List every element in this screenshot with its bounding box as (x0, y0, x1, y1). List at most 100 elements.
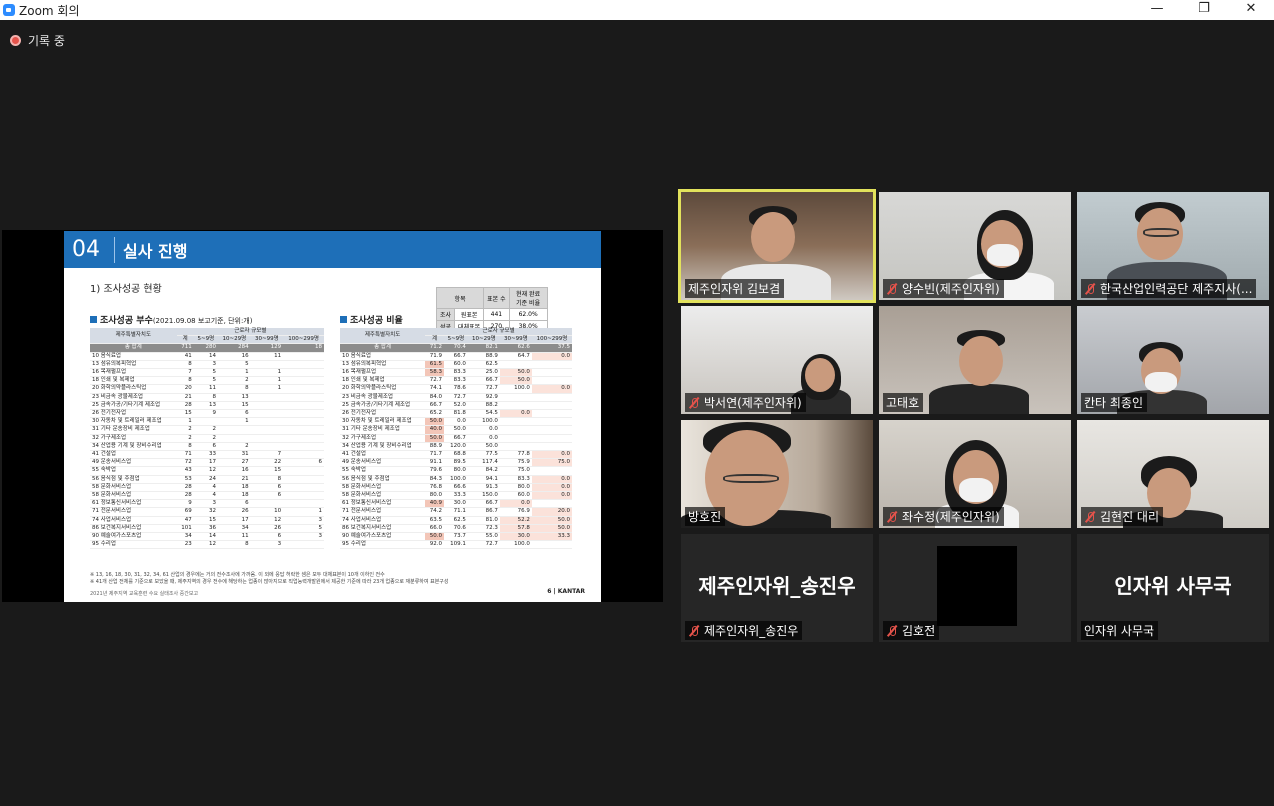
participant-tile[interactable]: 한국산업인력공단 제주지사(... (1077, 192, 1269, 300)
record-icon (10, 35, 21, 46)
table-row: 95 수리업 92.0 109.1 72.7 100.0 (340, 540, 572, 550)
recording-label: 기록 중 (28, 34, 65, 48)
participant-tile[interactable]: 제주인자위 김보겸 (678, 189, 876, 303)
table-row: 86 보건복지서비스업 101 36 34 26 5 (90, 524, 324, 534)
participant-tile[interactable]: 양수빈(제주인자위) (879, 192, 1071, 300)
table-row: 56 음식점 및 주점업 53 24 21 8 (90, 475, 324, 484)
participant-name-label: 인자위 사무국 (1081, 621, 1159, 640)
table-row: 25 금속가공/기타기계 제조업 28 13 15 (90, 401, 324, 411)
participant-name-label: 고태호 (883, 393, 924, 412)
table-row: 55 숙박업 79.6 80.0 84.2 75.0 (340, 466, 572, 476)
table-row: 58 문화서비스업 28 4 18 6 (90, 491, 324, 501)
recording-indicator[interactable]: 기록 중 (10, 32, 65, 49)
participant-tile[interactable]: 고태호 (879, 306, 1071, 414)
participant-name-label: 한국산업인력공단 제주지사(... (1081, 279, 1257, 298)
participant-tile[interactable]: 칸타 최종인 (1077, 306, 1269, 414)
participant-display-name: 인자위 사무국 (1114, 574, 1232, 598)
table-row: 23 비금속 광물제조업 84.0 72.7 92.9 (340, 393, 572, 402)
table-row: 90 예술여가스포츠업 34 14 11 6 3 (90, 532, 324, 542)
participant-tile[interactable]: 김현진 대리 (1077, 420, 1269, 528)
participant-tile[interactable]: 방호진 (681, 420, 873, 528)
muted-mic-icon (688, 625, 700, 637)
count-table: 제주특별자치도 근로자 규모별 계 5~9명 10~29명 30~99명 100~299명 총… (90, 328, 324, 550)
title-bar: Zoom 회의 — ❐ ✕ (0, 0, 1274, 20)
table-row: 41 건설업 71 33 31 7 (90, 450, 324, 460)
participant-tile[interactable]: 박서연(제주인자위) (681, 306, 873, 414)
table-row: 55 숙박업 43 12 16 15 (90, 466, 324, 476)
section-title: 실사 진행 (123, 241, 188, 261)
footnotes: ※ 13, 16, 18, 30, 31, 32, 34, 61 산업의 경우에… (90, 572, 449, 585)
table-row: 61 정보통신서비스업 9 3 6 (90, 499, 324, 509)
ratio-table: 제주특별자치도 근로자 규모별 계 5~9명 10~29명 30~99명 100~299명 총… (340, 328, 572, 550)
table-row: 30 자동차 및 트레일러 제조업 50.0 0.0 100.0 (340, 417, 572, 427)
table-row: 25 금속가공/기타기계 제조업 66.7 52.0 88.2 (340, 401, 572, 411)
table-row: 74 사업서비스업 63.5 62.5 81.0 52.2 50.0 (340, 516, 572, 525)
table-row: 95 수리업 23 12 8 3 (90, 540, 324, 550)
participant-name-label: 방호진 (685, 507, 726, 526)
table-row: 49 운송서비스업 72 17 27 22 6 (90, 458, 324, 468)
table-row: 26 전기전자업 15 9 6 (90, 409, 324, 419)
table-row: 90 예술여가스포츠업 50.0 73.7 55.0 30.0 33.3 (340, 532, 572, 542)
participant-name-label: 제주인자위 김보겸 (685, 279, 785, 298)
table-row: 58 문화서비스업 80.0 33.3 150.0 60.0 0.0 (340, 491, 572, 501)
table-row: 31 기타 운송장비 제조업 40.0 50.0 0.0 (340, 425, 572, 435)
table-row: 30 자동차 및 트레일러 제조업 1 1 (90, 417, 324, 427)
table-row: 16 목재펄프업 7 5 1 1 (90, 368, 324, 378)
participant-name-label: 박서연(제주인자위) (685, 393, 806, 412)
table-row: 74 사업서비스업 47 15 17 12 3 (90, 516, 324, 525)
muted-mic-icon (886, 625, 898, 637)
participant-name-label: 양수빈(제주인자위) (883, 279, 1004, 298)
table-row: 56 음식점 및 주점업 84.3 100.0 94.1 83.3 0.0 (340, 475, 572, 484)
participant-tile[interactable]: 좌수정(제주인자위) (879, 420, 1071, 528)
participant-tile[interactable]: 인자위 사무국 인자위 사무국 (1077, 534, 1269, 642)
table-row: 26 전기전자업 65.2 81.8 54.5 0.0 (340, 409, 572, 419)
participant-tile[interactable]: 제주인자위_송진우 제주인자위_송진우 (681, 534, 873, 642)
presentation-slide: 04 실사 진행 1) 조사성공 현황 항목 표본 수 현재 완료 기준 비율 조사… (64, 231, 601, 602)
table-row: 41 건설업 71.7 68.8 77.5 77.8 0.0 (340, 450, 572, 460)
table-row: 13 섬유의복피혁업 8 3 5 (90, 360, 324, 370)
slide-header: 04 실사 진행 (64, 231, 601, 268)
table-row: 31 기타 운송장비 제조업 2 2 (90, 425, 324, 435)
muted-mic-icon (886, 283, 898, 295)
table-row: 32 가구제조업 50.0 66.7 0.0 (340, 434, 572, 443)
table-row: 71 전문서비스업 69 32 26 10 1 (90, 507, 324, 517)
table-row: 20 화학의약플라스틱업 20 11 8 1 (90, 384, 324, 394)
left-section-title: 조사성공 부수(2021.09.08 보고기준, 단위:개) (90, 313, 252, 326)
table-row: 58 문화서비스업 28 4 18 6 (90, 483, 324, 493)
participant-name-label: 김호전 (883, 621, 940, 640)
table-row: 61 정보통신서비스업 40.9 30.0 66.7 0.0 (340, 499, 572, 509)
slide-brand: 6 | KANTAR (547, 588, 585, 595)
table-row: 34 산업용 기계 및 장비수리업 88.9 120.0 50.0 (340, 442, 572, 452)
participant-name-label: 칸타 최종인 (1081, 393, 1148, 412)
muted-mic-icon (1084, 283, 1096, 295)
table-row: 32 가구제조업 2 2 (90, 434, 324, 443)
table-row: 10 음식료업 71.9 66.7 88.9 64.7 0.0 (340, 352, 572, 361)
restore-button[interactable]: ❐ (1181, 0, 1227, 20)
muted-mic-icon (1084, 511, 1096, 523)
table-row: 10 음식료업 41 14 16 11 (90, 352, 324, 361)
right-section-title: 조사성공 비율 (340, 313, 403, 326)
summary-table: 항목표본 수현재 완료 기준 비율 조사원표본44162.0% 성공대체표본27… (435, 287, 548, 333)
table-row: 23 비금속 광물제조업 21 8 13 (90, 393, 324, 402)
muted-mic-icon (688, 397, 700, 409)
section-number: 04 (72, 237, 100, 262)
table-row: 20 화학의약플라스틱업 74.1 78.6 72.7 100.0 0.0 (340, 384, 572, 394)
table-row: 13 섬유의복피혁업 61.5 60.0 62.5 (340, 360, 572, 370)
profile-picture (937, 546, 1017, 626)
table-row: 16 목재펄프업 58.3 83.3 25.0 50.0 (340, 368, 572, 378)
table-row: 18 인쇄 및 복제업 72.7 83.3 66.7 50.0 (340, 376, 572, 386)
participant-display-name: 제주인자위_송진우 (698, 574, 856, 598)
zoom-logo-icon (3, 4, 15, 16)
close-button[interactable]: ✕ (1228, 0, 1274, 20)
muted-mic-icon (886, 511, 898, 523)
participant-name-label: 좌수정(제주인자위) (883, 507, 1004, 526)
window-title: Zoom 회의 (19, 3, 80, 18)
participant-name-label: 김현진 대리 (1081, 507, 1164, 526)
table-row: 86 보건복지서비스업 66.0 70.6 72.3 57.8 50.0 (340, 524, 572, 534)
minimize-button[interactable]: — (1134, 0, 1180, 20)
slide-footer: 2021년 제주지역 교육훈련 수요 실태조사 중간보고 (90, 591, 199, 597)
participant-name-label: 제주인자위_송진우 (685, 621, 803, 640)
table-row: 34 산업용 기계 및 장비수리업 8 6 2 (90, 442, 324, 452)
participant-tile[interactable]: 김호전 (879, 534, 1071, 642)
slide-subtitle: 1) 조사성공 현황 (90, 284, 162, 295)
